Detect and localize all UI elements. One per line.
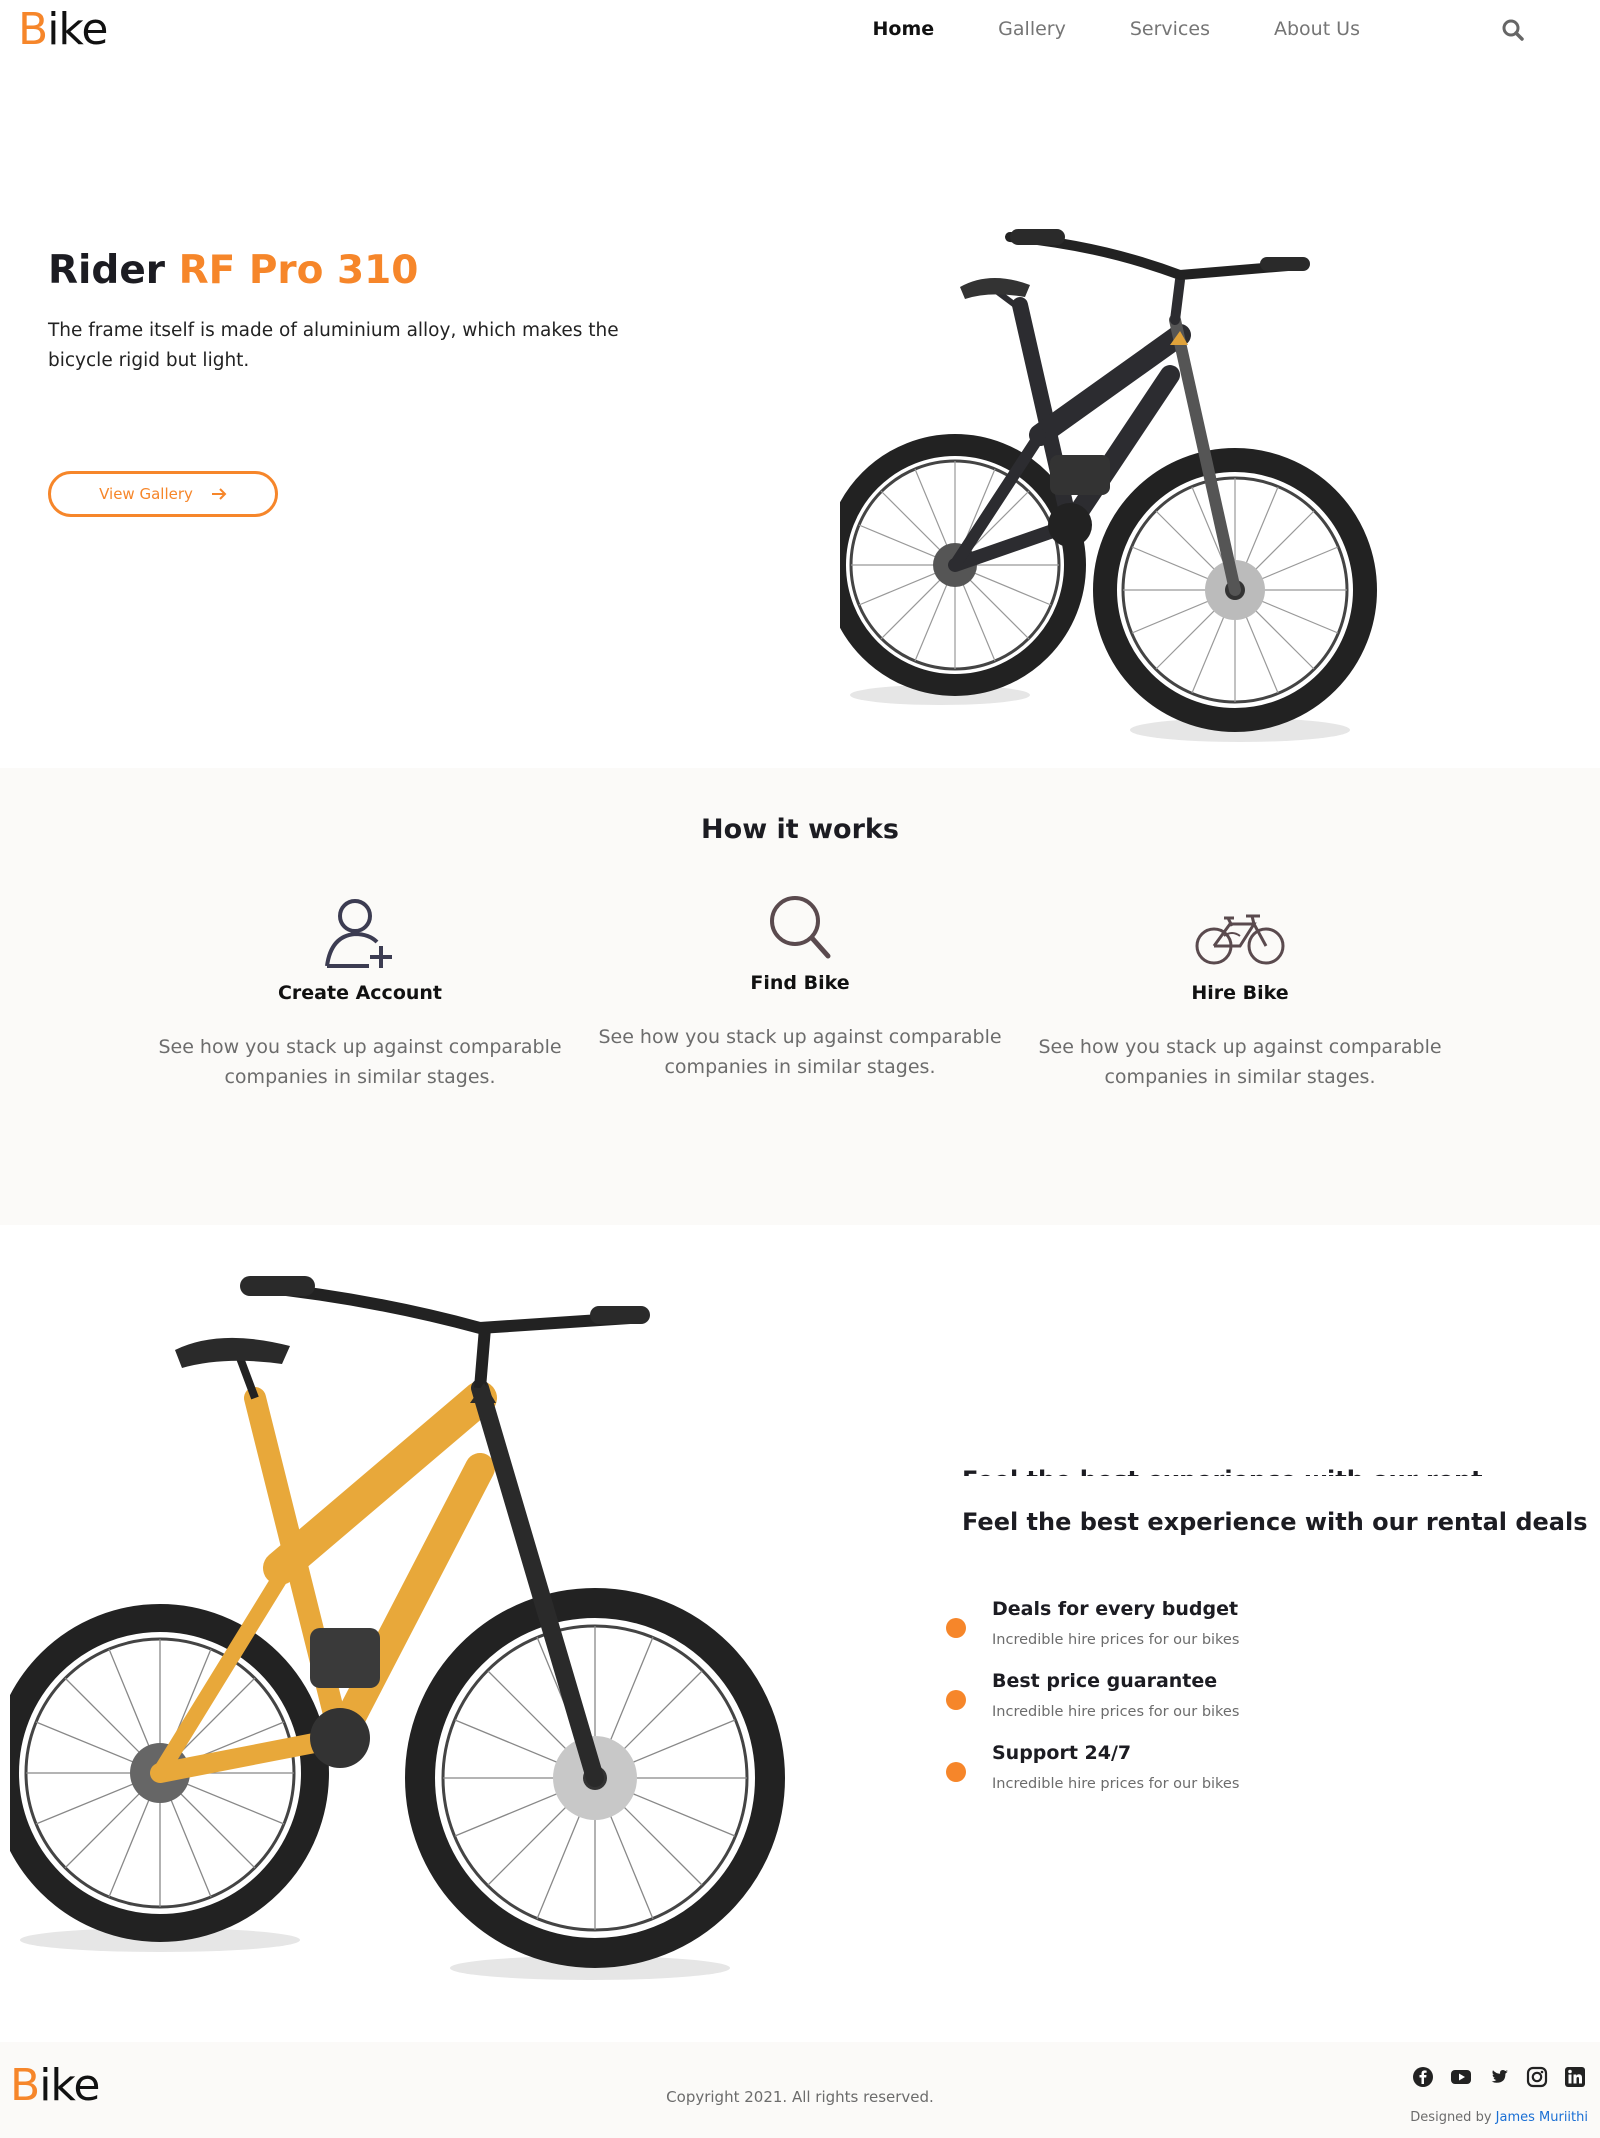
feature-item: Best price guarantee Incredible hire pri… (946, 1670, 1466, 1742)
youtube-icon[interactable] (1450, 2066, 1472, 2088)
feature-item-subtitle: Incredible hire prices for our bikes (992, 1704, 1240, 1720)
feature-item: Deals for every budget Incredible hire p… (946, 1598, 1466, 1670)
step-description: See how you stack up against comparable … (598, 1026, 1002, 1078)
feature-item-title: Best price guarantee (992, 1670, 1218, 1692)
user-plus-icon (325, 899, 392, 968)
nav-home[interactable]: Home (873, 18, 935, 40)
bullet-dot (946, 1618, 966, 1638)
step-find-bike: Find Bike See how you stack up against c… (580, 894, 1020, 1082)
instagram-icon[interactable] (1526, 2066, 1548, 2088)
footer: Bike Copyright 2021. All rights reserved… (0, 2042, 1600, 2138)
how-it-works-section: How it works Create Account See how you … (0, 768, 1600, 1225)
search-icon[interactable] (1500, 17, 1526, 43)
facebook-icon[interactable] (1412, 2066, 1434, 2088)
step-title: Hire Bike (1191, 982, 1289, 1004)
nav-about-us[interactable]: About Us (1274, 18, 1360, 40)
feature-item-subtitle: Incredible hire prices for our bikes (992, 1632, 1240, 1648)
nav-gallery[interactable]: Gallery (998, 18, 1066, 40)
hero-bike-image (840, 229, 1377, 742)
hero-title: Rider RF Pro 310 (48, 248, 419, 293)
search-icon (770, 896, 831, 959)
view-gallery-button[interactable]: View Gallery (48, 471, 278, 517)
step-title: Create Account (277, 982, 443, 1004)
bullet-dot (946, 1690, 966, 1710)
how-it-works-title: How it works (701, 814, 899, 845)
bicycle-icon (1195, 914, 1285, 965)
step-hire-bike: Hire Bike See how you stack up against c… (1020, 900, 1460, 1092)
step-title: Find Bike (750, 972, 850, 994)
logo[interactable]: Bike (18, 8, 108, 52)
step-description: See how you stack up against comparable … (1038, 1036, 1442, 1088)
social-links (1412, 2066, 1586, 2088)
feature-item-title: Deals for every budget (992, 1598, 1239, 1620)
step-create-account: Create Account See how you stack up agai… (140, 896, 580, 1092)
features-list: Deals for every budget Incredible hire p… (946, 1598, 1466, 1814)
copyright-text: Copyright 2021. All rights reserved. (666, 2088, 934, 2106)
nav-links: Home Gallery Services About Us (809, 18, 1360, 40)
twitter-icon[interactable] (1488, 2066, 1510, 2088)
bullet-dot (946, 1762, 966, 1782)
designed-by: Designed by James Muriithi (1410, 2110, 1588, 2125)
nav-services[interactable]: Services (1130, 18, 1210, 40)
hero-description: The frame itself is made of aluminium al… (48, 320, 619, 371)
feature-item-title: Support 24/7 (992, 1742, 1132, 1764)
feature-item-subtitle: Incredible hire prices for our bikes (992, 1776, 1240, 1792)
linkedin-icon[interactable] (1564, 2066, 1586, 2088)
feature-item: Support 24/7 Incredible hire prices for … (946, 1742, 1466, 1814)
top-nav: Bike Home Gallery Services About Us (0, 0, 1600, 62)
feature-title-ghost: Feel the best experience with our rental… (962, 1462, 1482, 1476)
step-description: See how you stack up against comparable … (158, 1036, 562, 1088)
features-title: Feel the best experience with our rental… (962, 1508, 1588, 1536)
arrow-right-icon (211, 488, 227, 500)
designer-link[interactable]: James Muriithi (1496, 2110, 1588, 2125)
feature-bike-image (10, 1276, 785, 1980)
